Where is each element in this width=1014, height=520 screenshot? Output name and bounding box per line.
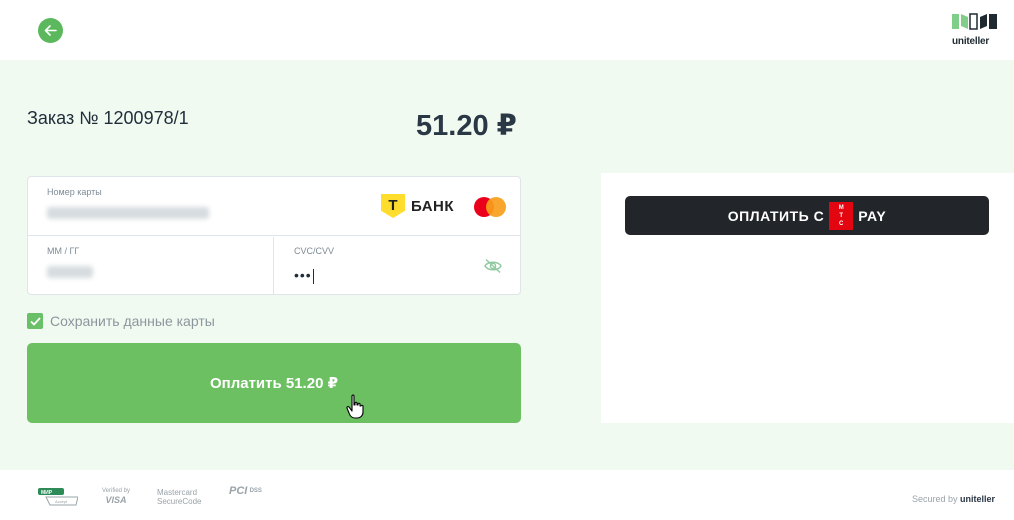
secured-by: Secured by uniteller (912, 494, 995, 504)
order-amount: 51.20 ₽ (416, 110, 517, 142)
mir-accept-icon: МИР Accept (38, 488, 79, 506)
dss-text: DSS (249, 488, 262, 494)
mts-pay-button[interactable]: ОПЛАТИТЬ С М Т С PAY (625, 196, 989, 235)
save-card-row[interactable]: Сохранить данные карты (27, 313, 215, 329)
eye-off-icon[interactable] (484, 258, 502, 274)
save-card-label: Сохранить данные карты (50, 313, 215, 329)
mc-line1: Mastercard (157, 488, 198, 497)
cvc-field[interactable]: CVC/CVV ••• (275, 237, 520, 294)
cvc-value: ••• (294, 267, 312, 283)
mc-line2: SecureCode (157, 497, 202, 506)
secured-brand: uniteller (960, 494, 996, 504)
mir-accept-logo: МИР Accept (38, 486, 79, 508)
arrow-left-icon (44, 25, 57, 36)
order-title: Заказ № 1200978/1 (27, 108, 189, 128)
card-number-field[interactable]: Номер карты Т БАНК (28, 177, 520, 236)
pci-text: PCI (229, 485, 248, 497)
cvc-input[interactable]: ••• (294, 267, 314, 284)
mastercard-securecode-logo: Mastercard SecureCode (157, 488, 201, 506)
card-form: Номер карты Т БАНК ММ / ГГ CVC/CVV ••• (27, 176, 521, 295)
mts-letter: Т (839, 212, 844, 219)
verified-by-visa-logo: Verified by VISA (102, 487, 130, 505)
logo-text: uniteller (952, 36, 990, 47)
checkmark-icon (29, 316, 41, 326)
mastercard-icon (474, 197, 506, 217)
uniteller-logo: uniteller (952, 13, 998, 47)
expiry-value-blurred[interactable] (47, 266, 93, 278)
secured-prefix: Secured by (912, 494, 958, 504)
bank-logo: Т БАНК (381, 194, 454, 218)
bank-name: БАНК (411, 197, 455, 215)
back-button[interactable] (38, 18, 63, 43)
mts-pay-suffix: PAY (858, 207, 887, 224)
save-card-checkbox[interactable] (27, 313, 43, 329)
cvc-label: CVC/CVV (294, 246, 335, 256)
mir-top-text: МИР (41, 490, 53, 496)
pci-dss-logo: PCI DSS (229, 485, 262, 497)
mts-pay-prefix: ОПЛАТИТЬ С (727, 207, 825, 224)
uniteller-logo-mark-icon (952, 13, 997, 30)
header: uniteller (0, 0, 1014, 60)
footer: МИР Accept Verified by VISA Mastercard S… (0, 470, 1014, 520)
bank-t-icon: Т (381, 194, 405, 218)
alternative-payment-panel: ОПЛАТИТЬ С М Т С PAY (601, 173, 1014, 423)
pay-button[interactable]: Оплатить 51.20 ₽ (27, 343, 521, 423)
hand-cursor-icon (346, 394, 364, 419)
card-number-value-blurred[interactable] (47, 207, 209, 219)
mir-bottom-text: Accept (55, 499, 68, 504)
card-number-label: Номер карты (47, 187, 102, 197)
pay-button-label: Оплатить 51.20 ₽ (209, 375, 339, 392)
visa-line2: VISA (105, 495, 127, 505)
mts-letter: М (838, 204, 844, 211)
mts-letter: С (839, 220, 844, 227)
text-caret (312, 268, 314, 284)
expiry-field[interactable]: ММ / ГГ (28, 237, 274, 294)
mts-logo-icon: М Т С (829, 201, 854, 230)
expiry-label: ММ / ГГ (47, 246, 80, 256)
